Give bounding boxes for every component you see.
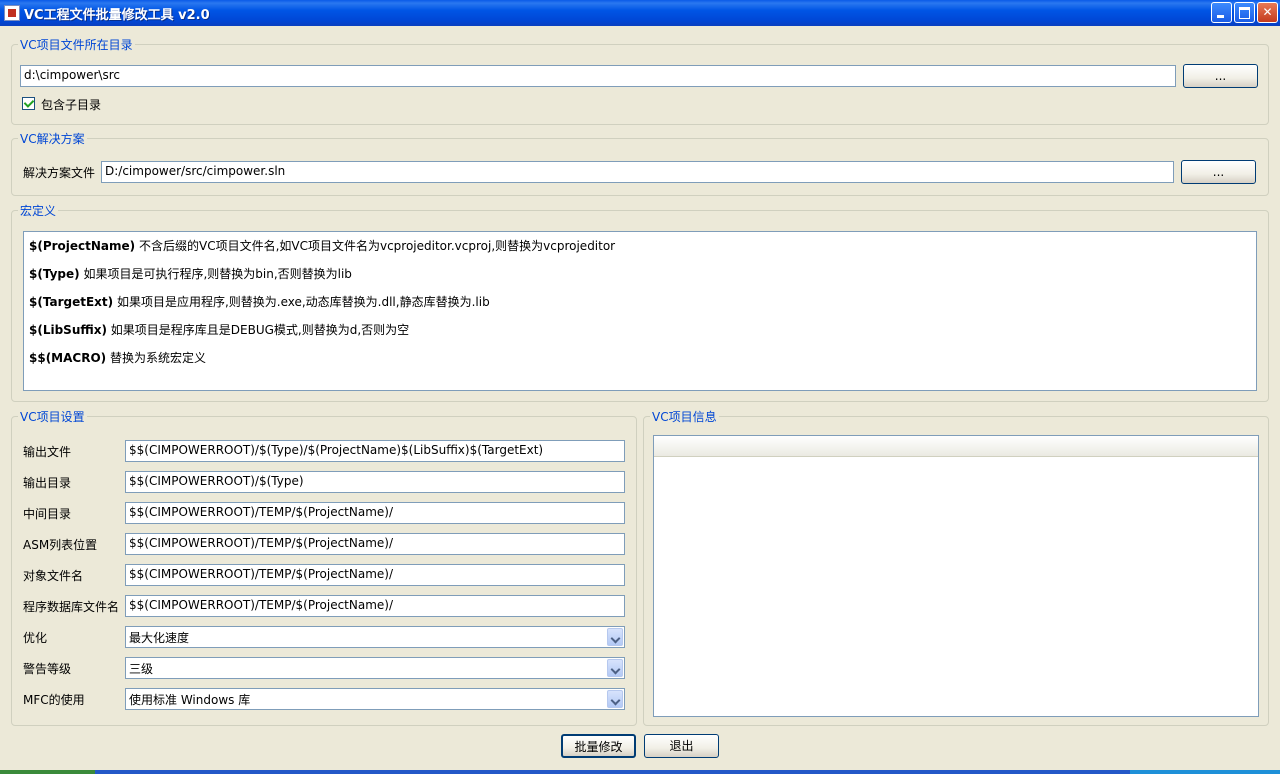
info-group-title: VC项目信息 bbox=[650, 408, 719, 425]
warning-level-value: 三级 bbox=[129, 662, 154, 676]
output-dir-input[interactable]: $$(CIMPOWERROOT)/$(Type) bbox=[125, 471, 625, 493]
title-bar[interactable]: VC工程文件批量修改工具 v2.0 ✕ bbox=[0, 0, 1280, 26]
macro-key: $(ProjectName) bbox=[29, 239, 136, 253]
optimization-label: 优化 bbox=[23, 631, 48, 645]
taskbar-edge bbox=[0, 770, 1280, 774]
pdb-file-input[interactable]: $$(CIMPOWERROOT)/TEMP/$(ProjectName)/ bbox=[125, 595, 625, 617]
output-file-input[interactable]: $$(CIMPOWERROOT)/$(Type)/$(ProjectName)$… bbox=[125, 440, 625, 462]
project-info-list[interactable] bbox=[653, 435, 1259, 717]
chevron-down-icon[interactable] bbox=[607, 628, 623, 646]
mfc-usage-select[interactable]: 使用标准 Windows 库 bbox=[125, 688, 625, 710]
macro-key: $(LibSuffix) bbox=[29, 323, 107, 337]
macro-line-libsuffix: $(LibSuffix) 如果项目是程序库且是DEBUG模式,则替换为d,否则为… bbox=[29, 321, 409, 338]
macro-line-projectname: $(ProjectName) 不含后缀的VC项目文件名,如VC项目文件名为vcp… bbox=[29, 237, 615, 254]
macro-desc: 如果项目是可执行程序,则替换为bin,否则替换为lib bbox=[79, 267, 352, 281]
macro-desc: 替换为系统宏定义 bbox=[106, 351, 206, 365]
solution-group-title: VC解决方案 bbox=[18, 130, 87, 147]
intermediate-dir-label: 中间目录 bbox=[23, 507, 72, 521]
macro-desc: 如果项目是应用程序,则替换为.exe,动态库替换为.dll,静态库替换为.lib bbox=[113, 295, 490, 309]
output-dir-label: 输出目录 bbox=[23, 476, 72, 490]
macro-key: $(TargetExt) bbox=[29, 295, 114, 309]
macro-definitions-text[interactable]: $(ProjectName) 不含后缀的VC项目文件名,如VC项目文件名为vcp… bbox=[23, 231, 1257, 391]
optimization-select[interactable]: 最大化速度 bbox=[125, 626, 625, 648]
app-icon[interactable] bbox=[4, 5, 20, 21]
settings-group-title: VC项目设置 bbox=[18, 408, 87, 425]
macro-line-targetext: $(TargetExt) 如果项目是应用程序,则替换为.exe,动态库替换为.d… bbox=[29, 293, 490, 310]
warning-level-label: 警告等级 bbox=[23, 662, 72, 676]
macro-desc: 如果项目是程序库且是DEBUG模式,则替换为d,否则为空 bbox=[106, 323, 410, 337]
minimize-button[interactable] bbox=[1211, 2, 1232, 23]
directory-path-input[interactable]: d:\cimpower\src bbox=[20, 65, 1176, 87]
warning-level-select[interactable]: 三级 bbox=[125, 657, 625, 679]
directory-browse-button[interactable]: ... bbox=[1183, 64, 1258, 88]
window-title: VC工程文件批量修改工具 v2.0 bbox=[24, 8, 210, 23]
macro-key: $(Type) bbox=[29, 267, 80, 281]
macro-group-title: 宏定义 bbox=[18, 202, 59, 219]
mfc-usage-label: MFC的使用 bbox=[23, 693, 85, 707]
macro-line-type: $(Type) 如果项目是可执行程序,则替换为bin,否则替换为lib bbox=[29, 265, 352, 282]
macro-line-system: $$(MACRO) 替换为系统宏定义 bbox=[29, 349, 206, 366]
include-subdirs-label[interactable]: 包含子目录 bbox=[41, 96, 101, 113]
maximize-button[interactable] bbox=[1234, 2, 1255, 23]
exit-button[interactable]: 退出 bbox=[644, 734, 719, 758]
close-button[interactable]: ✕ bbox=[1257, 2, 1278, 23]
output-file-label: 输出文件 bbox=[23, 445, 72, 459]
mfc-usage-value: 使用标准 Windows 库 bbox=[129, 693, 251, 707]
optimization-value: 最大化速度 bbox=[129, 631, 190, 645]
directory-group-title: VC项目文件所在目录 bbox=[18, 36, 135, 53]
solution-file-input[interactable]: D:/cimpower/src/cimpower.sln bbox=[101, 161, 1174, 183]
asm-list-label: ASM列表位置 bbox=[23, 538, 98, 552]
asm-list-input[interactable]: $$(CIMPOWERROOT)/TEMP/$(ProjectName)/ bbox=[125, 533, 625, 555]
list-header[interactable] bbox=[654, 436, 1258, 457]
object-file-input[interactable]: $$(CIMPOWERROOT)/TEMP/$(ProjectName)/ bbox=[125, 564, 625, 586]
macro-key: $$(MACRO) bbox=[29, 351, 107, 365]
chevron-down-icon[interactable] bbox=[607, 659, 623, 677]
intermediate-dir-input[interactable]: $$(CIMPOWERROOT)/TEMP/$(ProjectName)/ bbox=[125, 502, 625, 524]
solution-file-label: 解决方案文件 bbox=[23, 166, 96, 180]
batch-modify-button[interactable]: 批量修改 bbox=[561, 734, 636, 758]
macro-desc: 不含后缀的VC项目文件名,如VC项目文件名为vcprojeditor.vcpro… bbox=[135, 239, 616, 253]
solution-browse-button[interactable]: ... bbox=[1181, 160, 1256, 184]
chevron-down-icon[interactable] bbox=[607, 690, 623, 708]
pdb-file-label: 程序数据库文件名 bbox=[23, 600, 120, 614]
include-subdirs-checkbox[interactable] bbox=[22, 97, 35, 110]
object-file-label: 对象文件名 bbox=[23, 569, 84, 583]
